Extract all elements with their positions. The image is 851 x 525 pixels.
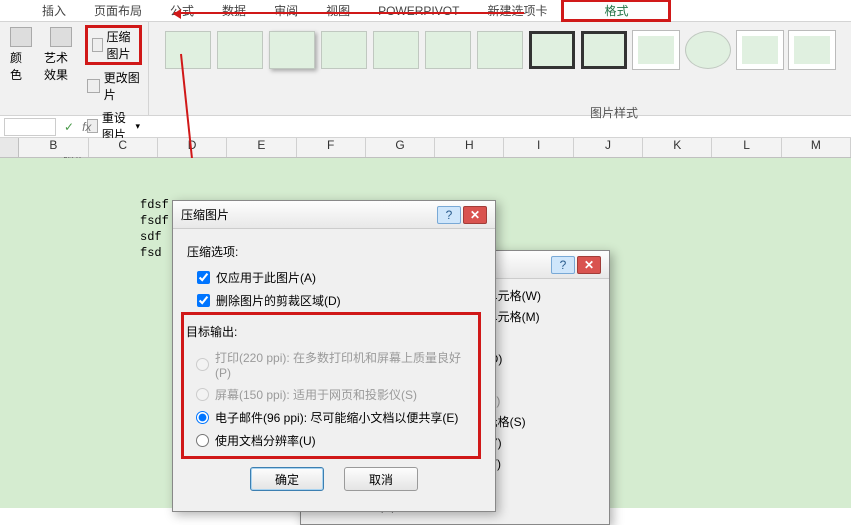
style-thumb[interactable] xyxy=(425,31,471,69)
style-thumb[interactable] xyxy=(165,31,211,69)
radio xyxy=(196,388,209,401)
dialog-title: 压缩图片 xyxy=(181,206,435,223)
col-header[interactable]: G xyxy=(366,138,435,157)
out-print: 打印(220 ppi): 在多数打印机和屏幕上质量良好(P) xyxy=(186,346,476,383)
help-button[interactable]: ? xyxy=(551,256,575,274)
tab-formula[interactable]: 公式 xyxy=(156,0,208,21)
tab-review[interactable]: 审阅 xyxy=(260,0,312,21)
dialog-titlebar[interactable]: 压缩图片 ? ✕ xyxy=(173,201,495,229)
compress-icon xyxy=(92,38,102,52)
help-button[interactable]: ? xyxy=(437,206,461,224)
col-header[interactable]: L xyxy=(712,138,781,157)
compress-pictures-button[interactable]: 压缩图片 xyxy=(85,25,142,65)
style-thumb[interactable] xyxy=(373,31,419,69)
col-header[interactable]: B xyxy=(19,138,88,157)
col-header[interactable]: E xyxy=(227,138,296,157)
cancel-button[interactable]: 取消 xyxy=(344,467,418,491)
tab-insert[interactable]: 插入 xyxy=(28,0,80,21)
annotation-arrow xyxy=(174,12,524,14)
style-thumb[interactable] xyxy=(477,31,523,69)
style-thumb[interactable] xyxy=(581,31,627,69)
change-icon xyxy=(87,79,100,93)
ribbon-group-adjust: 颜色 艺术效果 压缩图片 更改图片 重设图片▾ 调整 xyxy=(0,22,149,115)
cell-value[interactable]: fdsf xyxy=(140,198,169,212)
radio[interactable] xyxy=(196,434,209,447)
style-thumb[interactable] xyxy=(685,31,731,69)
tab-powerpivot[interactable]: POWERPIVOT xyxy=(364,2,473,20)
select-all-corner[interactable] xyxy=(0,138,19,157)
style-thumb[interactable] xyxy=(217,31,263,69)
section-label: 目标输出: xyxy=(186,323,476,340)
col-header[interactable]: C xyxy=(89,138,158,157)
out-screen: 屏幕(150 ppi): 适用于网页和投影仪(S) xyxy=(186,383,476,406)
tab-new[interactable]: 新建选项卡 xyxy=(473,0,561,21)
compress-pictures-dialog: 压缩图片 ? ✕ 压缩选项: 仅应用于此图片(A) 删除图片的剪裁区域(D) 目… xyxy=(172,200,496,512)
style-thumb[interactable] xyxy=(269,31,315,69)
ribbon: 颜色 艺术效果 压缩图片 更改图片 重设图片▾ 调整 xyxy=(0,22,851,116)
art-icon xyxy=(50,27,72,47)
cell-value[interactable]: sdf xyxy=(140,230,162,244)
radio xyxy=(196,358,209,371)
ok-button[interactable]: 确定 xyxy=(250,467,324,491)
radio[interactable] xyxy=(196,411,209,424)
opt-apply-only[interactable]: 仅应用于此图片(A) xyxy=(187,266,481,289)
checkbox[interactable] xyxy=(197,294,210,307)
tab-format[interactable]: 格式 xyxy=(561,0,671,22)
col-header[interactable]: F xyxy=(297,138,366,157)
out-docres[interactable]: 使用文档分辨率(U) xyxy=(186,429,476,452)
close-button[interactable]: ✕ xyxy=(463,206,487,224)
opt-delete-crop[interactable]: 删除图片的剪裁区域(D) xyxy=(187,289,481,312)
column-headers: B C D E F G H I J K L M xyxy=(0,138,851,158)
annotation-box: 目标输出: 打印(220 ppi): 在多数打印机和屏幕上质量良好(P) 屏幕(… xyxy=(181,312,481,459)
picture-styles-gallery[interactable] xyxy=(155,25,845,115)
fx-label[interactable]: fx xyxy=(82,120,91,134)
col-header[interactable]: I xyxy=(504,138,573,157)
confirm-icon[interactable]: ✓ xyxy=(64,120,74,134)
out-email[interactable]: 电子邮件(96 ppi): 尽可能缩小文档以便共享(E) xyxy=(186,406,476,429)
col-header[interactable]: K xyxy=(643,138,712,157)
style-thumb[interactable] xyxy=(737,31,783,69)
col-header[interactable]: M xyxy=(782,138,851,157)
section-label: 压缩选项: xyxy=(187,243,481,260)
style-thumb[interactable] xyxy=(321,31,367,69)
close-button[interactable]: ✕ xyxy=(577,256,601,274)
name-box[interactable] xyxy=(4,118,56,136)
tab-view[interactable]: 视图 xyxy=(312,0,364,21)
col-header[interactable]: H xyxy=(435,138,504,157)
checkbox[interactable] xyxy=(197,271,210,284)
style-thumb[interactable] xyxy=(633,31,679,69)
tab-page-layout[interactable]: 页面布局 xyxy=(80,0,156,21)
ribbon-group-styles xyxy=(149,22,851,115)
tab-data[interactable]: 数据 xyxy=(208,0,260,21)
ribbon-tabs: 插入 页面布局 公式 数据 审阅 视图 POWERPIVOT 新建选项卡 格式 xyxy=(0,0,851,22)
change-picture-button[interactable]: 更改图片 xyxy=(85,67,142,105)
cell-value[interactable]: fsd xyxy=(140,246,162,260)
col-header[interactable]: J xyxy=(574,138,643,157)
style-thumb[interactable] xyxy=(529,31,575,69)
color-icon xyxy=(10,27,32,47)
style-thumb[interactable] xyxy=(789,31,835,69)
cell-value[interactable]: fsdf xyxy=(140,214,169,228)
group-label-styles: 图片样式 xyxy=(590,104,638,121)
